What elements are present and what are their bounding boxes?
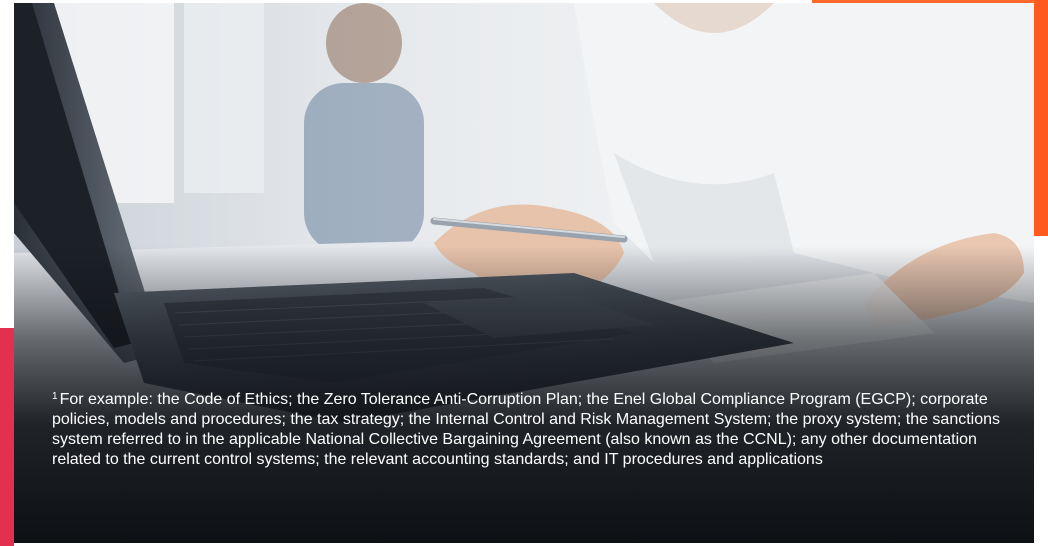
footnote-text: For example: the Code of Ethics; the Zer…	[52, 391, 1001, 468]
footnote: 1 For example: the Code of Ethics; the Ze…	[52, 390, 1012, 470]
accent-bar-orange	[1034, 0, 1048, 236]
accent-bar-red	[0, 328, 14, 546]
page: 1 For example: the Code of Ethics; the Ze…	[0, 0, 1048, 546]
footnote-marker: 1	[52, 391, 58, 402]
accent-stripe-top	[812, 0, 1048, 3]
